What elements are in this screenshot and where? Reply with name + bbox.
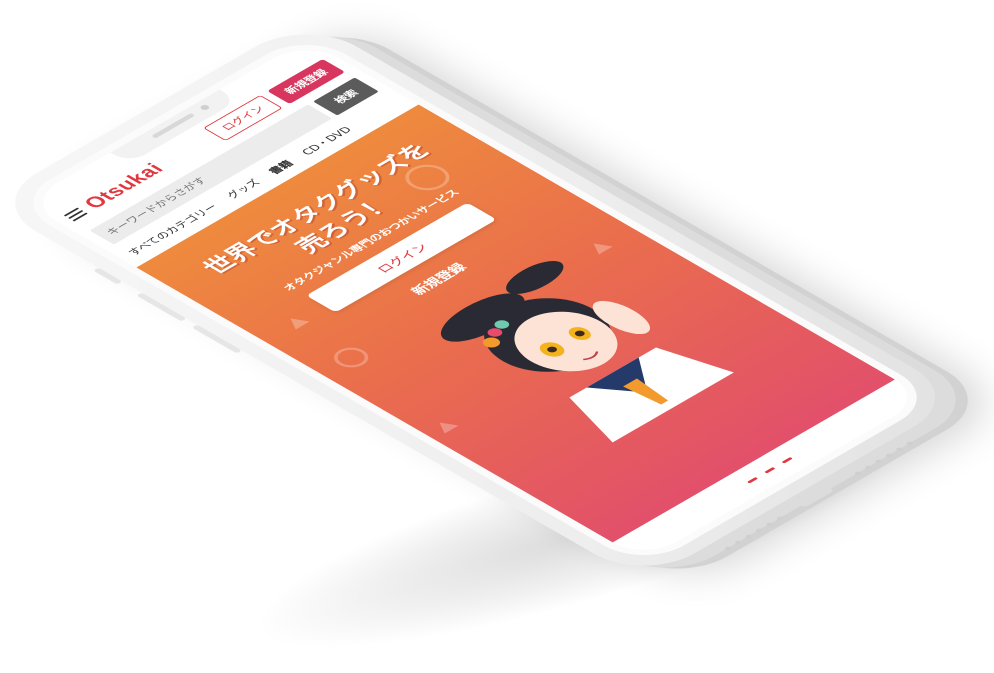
indicator-dot: [781, 456, 793, 464]
indicator-dot: [763, 466, 776, 474]
front-camera: [198, 104, 211, 111]
category-books[interactable]: 書籍: [264, 158, 297, 177]
decor-triangle: [432, 418, 459, 434]
decor-triangle: [586, 239, 613, 255]
stage: Otsukai ログイン 新規登録 検索 すべてのカテゴリー グッズ 書籍 CD…: [0, 0, 994, 673]
hamburger-icon[interactable]: [63, 207, 88, 222]
indicator-dot: [746, 476, 758, 484]
decor-triangle: [283, 314, 310, 330]
